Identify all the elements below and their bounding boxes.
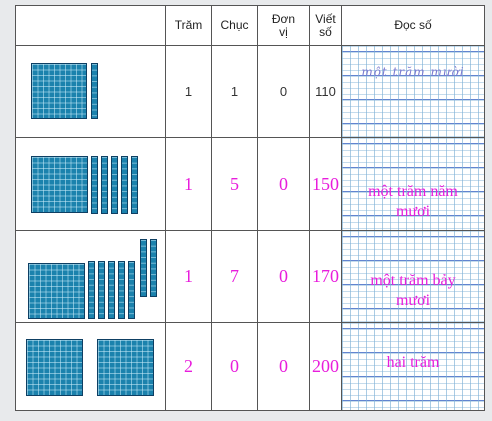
header-tram: Trăm (166, 6, 212, 46)
ten-rod (111, 156, 118, 214)
header-chuc: Chục (212, 6, 258, 46)
row1-chuc: 1 (212, 46, 258, 138)
header-image-cell (16, 6, 166, 46)
row1-don-vi: 0 (258, 46, 310, 138)
ten-rod (121, 156, 128, 214)
row4-tram: 2 (166, 323, 212, 411)
row4-chuc: 0 (212, 323, 258, 411)
row1-image-cell (16, 46, 166, 138)
row2-viet-so: 150 (310, 138, 342, 231)
row4-doc-so: hai trăm (342, 323, 485, 411)
row4-don-vi: 0 (258, 323, 310, 411)
row2-doc-so: một trăm năm mươi (342, 138, 485, 231)
header-don-vi: Đơn vị (258, 6, 310, 46)
ten-rod (131, 156, 138, 214)
ten-rod (140, 239, 147, 297)
hundred-block (26, 339, 83, 396)
row3-chuc: 7 (212, 231, 258, 323)
row1-doc-so: một trăm mười (342, 46, 485, 138)
ten-rod (128, 261, 135, 319)
ten-rod (118, 261, 125, 319)
row2-image-cell (16, 138, 166, 231)
row4-viet-so: 200 (310, 323, 342, 411)
row3-viet-so: 170 (310, 231, 342, 323)
ten-rod (150, 239, 157, 297)
row3-image-cell (16, 231, 166, 323)
header-viet-so: Viết số (310, 6, 342, 46)
ten-rod (88, 261, 95, 319)
ten-rod (101, 156, 108, 214)
row3-don-vi: 0 (258, 231, 310, 323)
row2-chuc: 5 (212, 138, 258, 231)
row1-tram: 1 (166, 46, 212, 138)
row3-doc-so: một trăm bảy mươi (342, 231, 485, 323)
ten-rod (108, 261, 115, 319)
row2-don-vi: 0 (258, 138, 310, 231)
ten-rod (91, 63, 98, 119)
row2-tram: 1 (166, 138, 212, 231)
hundred-block (28, 263, 85, 319)
row2-doc-so-text: một trăm năm mươi (368, 183, 458, 220)
row4-image-cell (16, 323, 166, 411)
row1-doc-so-text: một trăm mười (361, 65, 465, 79)
row1-viet-so: 110 (310, 46, 342, 138)
hundred-block (31, 63, 87, 119)
place-value-table: Trăm Chục Đơn vị Viết số Đọc số 1 1 0 11… (15, 5, 485, 411)
hundred-block (97, 339, 154, 396)
header-doc-so: Đọc số (342, 6, 485, 46)
row3-doc-so-text: một trăm bảy mươi (370, 272, 456, 309)
row4-doc-so-text: hai trăm (386, 354, 440, 371)
hundred-block (31, 156, 88, 213)
ten-rod (98, 261, 105, 319)
row3-tram: 1 (166, 231, 212, 323)
ten-rod (91, 156, 98, 214)
